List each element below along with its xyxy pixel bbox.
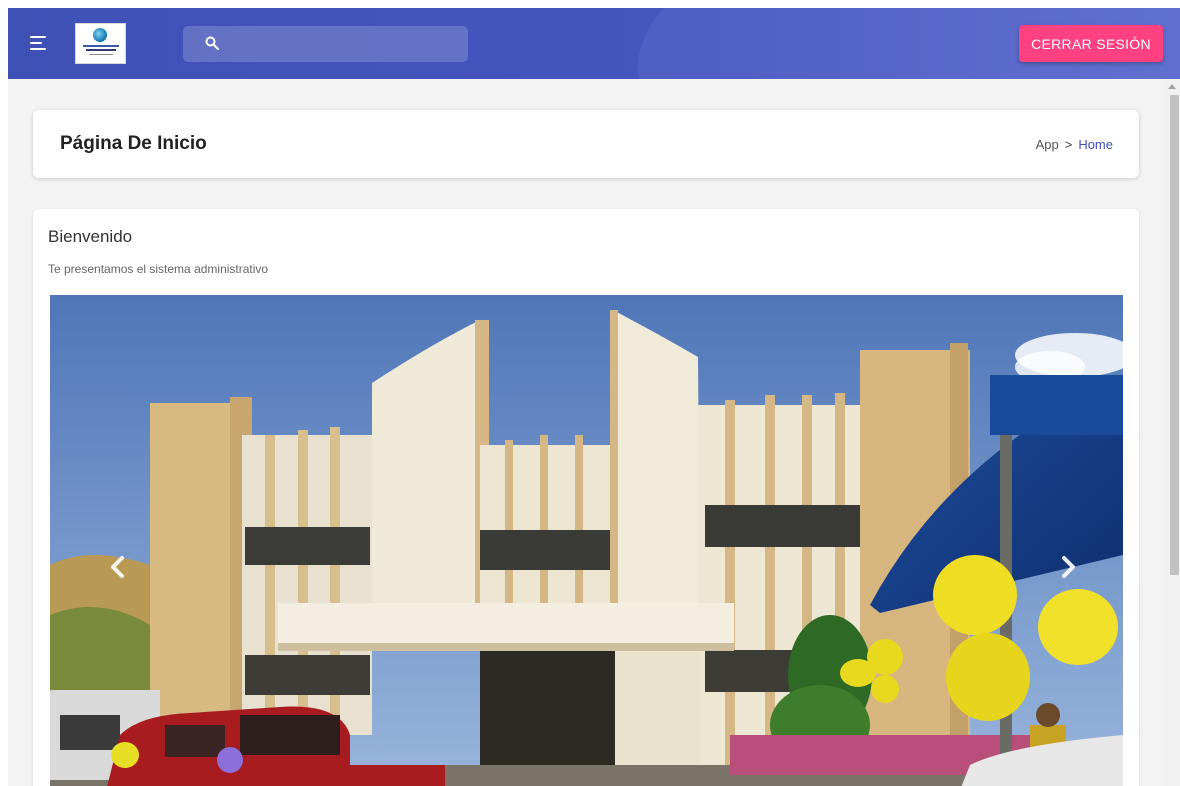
search-icon[interactable]: [205, 36, 219, 50]
breadcrumb-separator: >: [1064, 137, 1073, 152]
scroll-up-arrow-icon[interactable]: [1168, 84, 1176, 89]
search-box[interactable]: [183, 26, 468, 62]
breadcrumb: App > Home: [1036, 137, 1113, 152]
carousel-next-icon[interactable]: [1055, 552, 1081, 582]
carousel-prev-icon[interactable]: [105, 552, 131, 582]
page-title: Página De Inicio: [60, 133, 207, 154]
page-header-card: Página De Inicio App > Home: [33, 110, 1139, 178]
welcome-card: Bienvenido Te presentamos el sistema adm…: [33, 209, 1139, 786]
carousel-slide-image: [50, 295, 1123, 786]
main-content: Página De Inicio App > Home Bienvenido Te …: [8, 79, 1164, 786]
welcome-subtitle: Te presentamos el sistema administrativo: [48, 262, 269, 276]
organization-logo[interactable]: [75, 23, 126, 64]
scroll-thumb[interactable]: [1170, 95, 1179, 575]
image-carousel[interactable]: [50, 295, 1123, 786]
breadcrumb-current[interactable]: Home: [1078, 137, 1113, 152]
logout-button[interactable]: CERRAR SESIÓN: [1019, 25, 1163, 62]
menu-icon[interactable]: [28, 32, 54, 56]
vertical-scrollbar[interactable]: [1164, 79, 1180, 786]
app-window: CERRAR SESIÓN Página De Inicio App > Home …: [0, 0, 1180, 786]
search-input[interactable]: [231, 32, 461, 56]
breadcrumb-root[interactable]: App: [1036, 137, 1059, 152]
welcome-title: Bienvenido: [48, 227, 133, 246]
top-app-bar: CERRAR SESIÓN: [8, 8, 1180, 79]
